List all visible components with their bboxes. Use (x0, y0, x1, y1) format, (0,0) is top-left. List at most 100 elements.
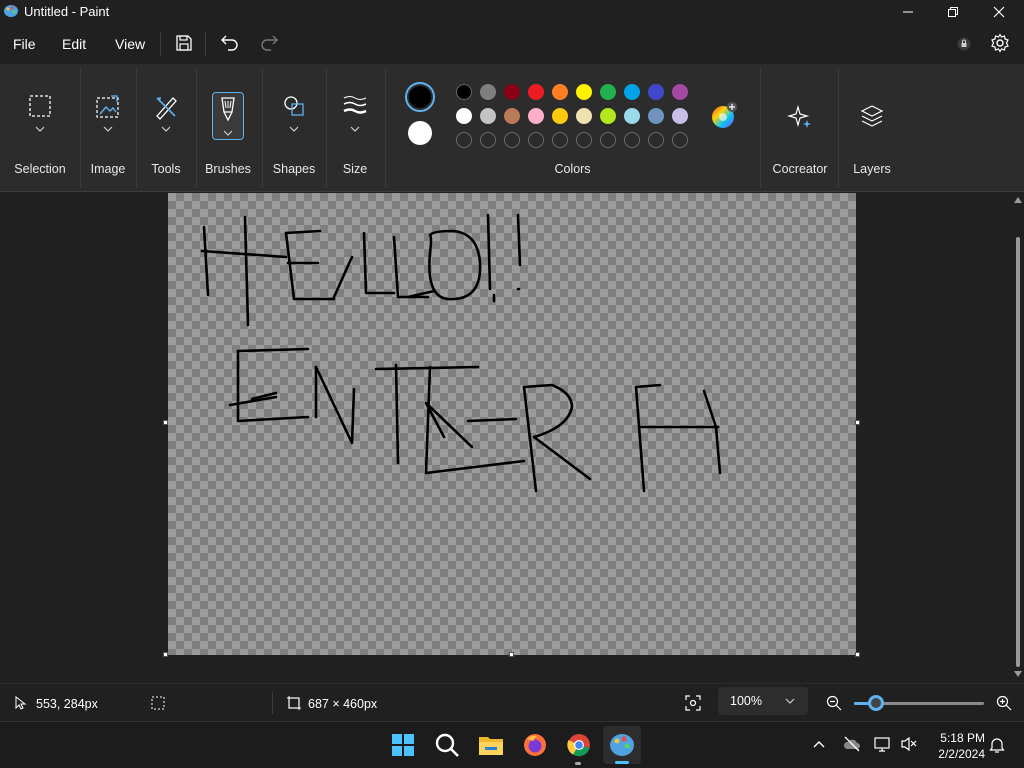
custom-color-slot[interactable] (576, 132, 592, 148)
color-swatch[interactable] (480, 84, 496, 100)
resize-handle-bottom-right[interactable] (855, 652, 860, 657)
custom-color-slot[interactable] (624, 132, 640, 148)
resize-handle-bottom-left[interactable] (163, 652, 168, 657)
chrome-icon[interactable] (565, 731, 593, 759)
layers-label: Layers (853, 162, 891, 176)
firefox-icon[interactable] (521, 731, 549, 759)
close-button[interactable] (976, 0, 1022, 24)
search-icon[interactable] (433, 731, 461, 759)
canvas-size: 687 × 460px (308, 697, 378, 711)
color-swatch[interactable] (648, 84, 664, 100)
brushes-group[interactable]: Brushes (196, 64, 260, 192)
fit-to-window-icon[interactable] (685, 695, 701, 711)
custom-color-slot[interactable] (528, 132, 544, 148)
custom-color-slot[interactable] (480, 132, 496, 148)
undo-icon[interactable] (220, 33, 240, 53)
color-swatch[interactable] (528, 84, 544, 100)
menu-edit[interactable]: Edit (62, 36, 86, 52)
settings-gear-icon[interactable] (990, 33, 1010, 53)
color-swatch[interactable] (552, 84, 568, 100)
zoom-level: 100% (730, 694, 762, 708)
color-swatch[interactable] (672, 108, 688, 124)
colors-label: Colors (554, 162, 591, 176)
size-group[interactable]: Size (326, 64, 384, 192)
volume-muted-icon[interactable] (900, 736, 918, 752)
tools-pencil-eraser-icon (156, 97, 177, 120)
layers-group[interactable]: Layers (838, 64, 906, 192)
restore-button[interactable] (930, 0, 976, 24)
brush-icon (221, 97, 235, 122)
selection-rectangle-icon (29, 95, 51, 117)
cocreator-group[interactable]: Cocreator (762, 64, 838, 192)
save-icon[interactable] (175, 34, 193, 52)
resize-handle-bottom[interactable] (509, 652, 514, 657)
tools-group[interactable]: Tools (136, 64, 196, 192)
system-clock[interactable]: 5:18 PM 2/2/2024 (925, 730, 985, 762)
chevron-down-icon (35, 126, 45, 132)
paint-taskbar-active[interactable] (603, 726, 641, 764)
custom-color-slot[interactable] (504, 132, 520, 148)
color-swatch[interactable] (480, 108, 496, 124)
color-swatch[interactable] (576, 108, 592, 124)
paint-active-indicator (615, 761, 629, 764)
title-bar: Untitled - Paint (0, 0, 1024, 24)
scroll-thumb[interactable] (1016, 237, 1020, 667)
primary-color-selector[interactable] (405, 82, 435, 112)
brushes-label: Brushes (205, 162, 251, 176)
edit-colors-icon[interactable] (710, 102, 738, 130)
minimize-button[interactable] (885, 0, 931, 24)
color-swatch[interactable] (504, 108, 520, 124)
color-swatch[interactable] (456, 84, 472, 100)
paint-app-icon (4, 5, 18, 17)
shapes-group[interactable]: Shapes (262, 64, 326, 192)
canvas-size-icon (287, 696, 301, 710)
color-swatch[interactable] (648, 108, 664, 124)
image-icon (96, 95, 119, 118)
clock-time: 5:18 PM (940, 731, 985, 745)
onedrive-offline-icon[interactable] (843, 736, 861, 752)
color-swatch[interactable] (624, 84, 640, 100)
window-title: Untitled - Paint (24, 4, 110, 19)
status-divider (272, 692, 273, 714)
chevron-down-icon (223, 130, 233, 136)
color-swatch[interactable] (600, 84, 616, 100)
custom-color-slot[interactable] (456, 132, 472, 148)
scroll-up-arrow-icon[interactable] (1014, 197, 1022, 203)
color-swatch[interactable] (456, 108, 472, 124)
color-swatch[interactable] (600, 108, 616, 124)
color-swatch[interactable] (624, 108, 640, 124)
color-swatch[interactable] (528, 108, 544, 124)
color-swatch[interactable] (672, 84, 688, 100)
secondary-color-swatch[interactable] (408, 121, 432, 145)
notification-bell-icon[interactable] (989, 736, 1005, 754)
show-hidden-icons-chevron-up-icon[interactable] (813, 740, 825, 748)
windows-start-icon[interactable] (389, 731, 417, 759)
zoom-out-icon[interactable] (826, 695, 842, 711)
menu-divider (160, 32, 161, 56)
vertical-scrollbar[interactable] (1012, 193, 1024, 683)
selection-group[interactable]: Selection (0, 64, 80, 192)
custom-color-slot[interactable] (552, 132, 568, 148)
color-swatch[interactable] (552, 108, 568, 124)
zoom-in-icon[interactable] (996, 695, 1012, 711)
resize-handle-right[interactable] (855, 420, 860, 425)
resize-handle-left[interactable] (163, 420, 168, 425)
chevron-down-icon (161, 126, 171, 132)
zoom-dropdown[interactable]: 100% (718, 687, 808, 715)
file-explorer-icon[interactable] (477, 731, 505, 759)
color-swatch[interactable] (504, 84, 520, 100)
custom-color-slot[interactable] (600, 132, 616, 148)
drawing-canvas[interactable] (168, 193, 856, 655)
redo-icon[interactable] (259, 33, 279, 53)
custom-color-slot[interactable] (648, 132, 664, 148)
color-swatch[interactable] (576, 84, 592, 100)
account-icon[interactable] (957, 37, 971, 51)
custom-color-slot[interactable] (672, 132, 688, 148)
minimize-icon (903, 11, 913, 13)
menu-view[interactable]: View (115, 36, 145, 52)
scroll-down-arrow-icon[interactable] (1014, 671, 1022, 677)
menu-file[interactable]: File (13, 36, 36, 52)
zoom-slider-thumb[interactable] (868, 695, 884, 711)
image-group[interactable]: Image (80, 64, 136, 192)
network-icon[interactable] (874, 736, 892, 752)
